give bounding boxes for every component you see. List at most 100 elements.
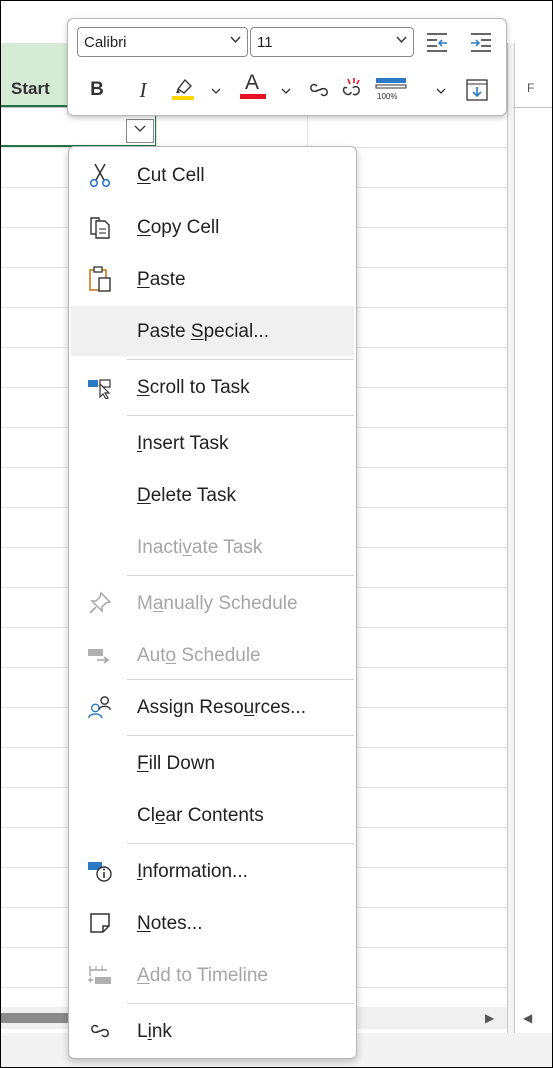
menu-item-label: Assign Resources...	[137, 697, 306, 719]
indent-button[interactable]	[468, 29, 494, 55]
chevron-down-icon[interactable]	[211, 87, 221, 98]
outdent-button[interactable]	[424, 29, 450, 55]
label-suffix: dd to Timeline	[149, 965, 268, 986]
assign-resources-icon	[87, 694, 113, 720]
label-suffix: Schedule	[176, 645, 261, 666]
scroll-left-icon[interactable]: ◀	[523, 1011, 532, 1025]
menu-item-label: Information...	[137, 861, 248, 883]
scroll-to-task-toolbar-button[interactable]	[464, 77, 490, 103]
menu-item-label: Paste Special...	[137, 321, 269, 343]
label-prefix: Aut	[137, 645, 166, 666]
font-color-button[interactable]: A	[240, 71, 266, 99]
accelerator-key: P	[137, 269, 150, 290]
split-bar[interactable]	[507, 43, 515, 1033]
label-suffix: ate Task	[191, 537, 263, 558]
label-suffix: rces...	[254, 697, 306, 718]
accelerator-key: F	[137, 753, 149, 774]
label-suffix: ar Contents	[165, 805, 264, 826]
label-suffix: elete Task	[150, 485, 236, 506]
chevron-down-icon[interactable]	[281, 87, 291, 98]
menu-item-label: Add to Timeline	[137, 965, 268, 987]
menu-item-0[interactable]: Cut Cell	[71, 150, 354, 200]
menu-item-2[interactable]: Paste	[71, 254, 354, 304]
menu-item-10[interactable]: Assign Resources...	[71, 682, 354, 732]
menu-item-13[interactable]: Information...	[71, 846, 354, 896]
accelerator-key: D	[137, 485, 151, 506]
menu-item-label: Scroll to Task	[137, 377, 250, 399]
accelerator-key: e	[154, 805, 166, 826]
accelerator-key: u	[243, 697, 255, 718]
menu-item-label: Inactivate Task	[137, 537, 262, 559]
italic-button[interactable]: I	[130, 77, 156, 103]
unlink-button[interactable]	[338, 75, 364, 101]
menu-separator	[127, 735, 354, 736]
label-prefix: L	[137, 1021, 148, 1042]
copy-icon	[87, 214, 113, 240]
label-suffix: ill Down	[148, 753, 216, 774]
font-color-letter: A	[245, 71, 260, 94]
label-prefix: Assign Reso	[137, 697, 244, 718]
menu-item-label: Delete Task	[137, 485, 236, 507]
label-prefix: Inacti	[137, 537, 183, 558]
zoom-button[interactable]: 100%	[374, 75, 408, 101]
menu-item-label: Link	[137, 1021, 172, 1043]
font-name-combo[interactable]: Calibri	[77, 27, 248, 57]
menu-separator	[127, 679, 354, 680]
menu-item-label: Fill Down	[137, 753, 215, 775]
menu-separator	[127, 359, 354, 360]
menu-item-label: Copy Cell	[137, 217, 219, 239]
menu-item-label: Clear Contents	[137, 805, 264, 827]
menu-item-14[interactable]: Notes...	[71, 898, 354, 948]
context-menu: Cut Cell Copy Cell Paste Paste Special... Sc…	[68, 146, 357, 1059]
right-column-label: F	[527, 81, 535, 95]
label-suffix: pecial...	[203, 321, 270, 342]
menu-item-4[interactable]: Scroll to Task	[71, 362, 354, 412]
label-suffix: opy Cell	[150, 217, 220, 238]
label-suffix: nformation...	[142, 861, 248, 882]
menu-item-5[interactable]: Insert Task	[71, 418, 354, 468]
menu-item-12[interactable]: Clear Contents	[71, 790, 354, 840]
menu-separator	[127, 843, 354, 844]
menu-item-8: Manually Schedule	[71, 578, 354, 628]
pin-icon	[87, 590, 113, 616]
menu-item-label: Paste	[137, 269, 186, 291]
bold-button[interactable]: B	[84, 77, 110, 103]
menu-item-11[interactable]: Fill Down	[71, 738, 354, 788]
mini-toolbar: Calibri 11 B I A 100%	[67, 18, 507, 116]
highlight-color-button[interactable]	[170, 75, 196, 101]
scroll-right-icon[interactable]: ▶	[485, 1011, 494, 1025]
chevron-down-icon[interactable]	[436, 87, 446, 98]
chevron-down-icon	[134, 125, 146, 132]
chevron-down-icon	[396, 33, 407, 47]
menu-item-16[interactable]: Link	[71, 1006, 354, 1056]
menu-item-6[interactable]: Delete Task	[71, 470, 354, 520]
cell-dropdown-button[interactable]	[126, 119, 154, 143]
font-size-combo[interactable]: 11	[250, 27, 414, 57]
chevron-down-icon	[230, 33, 241, 47]
accelerator-key: S	[190, 321, 204, 342]
link-icon	[310, 83, 328, 97]
menu-item-3[interactable]: Paste Special...	[71, 306, 354, 356]
menu-separator	[127, 415, 354, 416]
label-suffix: nsert Task	[142, 433, 229, 454]
accelerator-key: C	[137, 217, 151, 238]
indent-icon	[471, 33, 491, 52]
menu-item-label: Notes...	[137, 913, 202, 935]
label-suffix: nk	[151, 1021, 172, 1042]
accelerator-key: v	[182, 537, 192, 558]
scissors-icon	[87, 162, 113, 188]
right-pane-header	[513, 43, 552, 108]
menu-item-label: Auto Schedule	[137, 645, 261, 667]
accelerator-key: o	[165, 645, 177, 666]
paste-icon	[87, 266, 113, 292]
label-suffix: otes...	[150, 913, 203, 934]
information-icon	[87, 858, 113, 884]
link-button[interactable]	[306, 77, 332, 103]
font-color-swatch	[240, 94, 266, 99]
accelerator-key: A	[137, 965, 150, 986]
menu-item-7: Inactivate Task	[71, 522, 354, 572]
accelerator-key: N	[137, 913, 151, 934]
menu-item-15: Add to Timeline	[71, 950, 354, 1000]
label-prefix: Cl	[137, 805, 155, 826]
menu-item-1[interactable]: Copy Cell	[71, 202, 354, 252]
